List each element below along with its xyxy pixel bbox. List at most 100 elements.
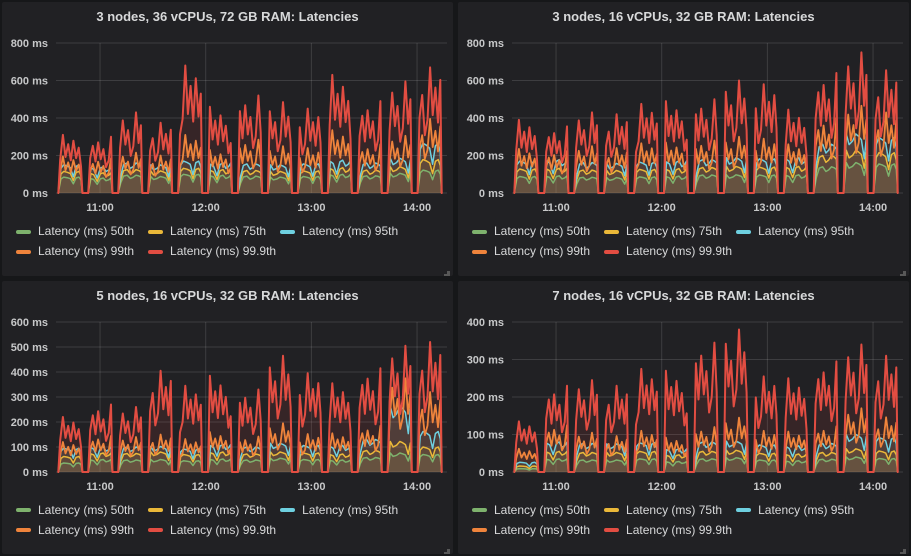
x-axis-tick-label: 11:00	[542, 202, 570, 214]
panel-title[interactable]: 7 nodes, 16 vCPUs, 32 GB RAM: Latencies	[458, 281, 909, 307]
x-axis-tick-label: 13:00	[753, 481, 781, 493]
legend-item-p75[interactable]: Latency (ms) 75th	[604, 501, 722, 520]
legend-label: Latency (ms) 99th	[38, 521, 134, 540]
legend-item-p999[interactable]: Latency (ms) 99.9th	[148, 521, 276, 540]
y-axis-tick-label: 200 ms	[11, 417, 48, 429]
latency-chart: 0 ms 100 ms 200 ms 300 ms 400 ms 500 ms 600 ms…	[2, 308, 453, 498]
x-axis-tick-label: 13:00	[297, 202, 325, 214]
series-color-swatch-icon	[736, 508, 751, 512]
dashboard-grid: 3 nodes, 36 vCPUs, 72 GB RAM: Latencies …	[0, 0, 911, 556]
y-axis-tick-label: 0 ms	[23, 467, 48, 479]
series-color-swatch-icon	[280, 230, 295, 234]
legend-label: Latency (ms) 99th	[38, 242, 134, 261]
x-axis-tick-label: 12:00	[648, 481, 676, 493]
legend-item-p75[interactable]: Latency (ms) 75th	[604, 222, 722, 241]
legend-item-p99[interactable]: Latency (ms) 99th	[16, 521, 134, 540]
legend-item-p95[interactable]: Latency (ms) 95th	[736, 222, 854, 241]
legend-item-p50[interactable]: Latency (ms) 50th	[472, 501, 590, 520]
y-axis-tick-label: 600 ms	[11, 76, 48, 88]
legend-item-p99[interactable]: Latency (ms) 99th	[472, 521, 590, 540]
legend-label: Latency (ms) 75th	[626, 222, 722, 241]
x-axis-tick-label: 13:00	[753, 202, 781, 214]
legend-item-p75[interactable]: Latency (ms) 75th	[148, 222, 266, 241]
x-axis-tick-label: 14:00	[403, 202, 431, 214]
latency-panel-2: 3 nodes, 16 vCPUs, 32 GB RAM: Latencies …	[458, 2, 909, 276]
y-axis-tick-label: 300 ms	[467, 354, 504, 366]
latency-chart: 0 ms200 ms400 ms600 ms800 ms11:0012:0013…	[2, 29, 453, 219]
legend-label: Latency (ms) 50th	[38, 501, 134, 520]
x-axis-tick-label: 11:00	[86, 202, 114, 214]
legend-item-p999[interactable]: Latency (ms) 99.9th	[604, 521, 732, 540]
y-axis-tick-label: 300 ms	[11, 392, 48, 404]
y-axis-tick-label: 600 ms	[11, 317, 48, 329]
legend-item-p95[interactable]: Latency (ms) 95th	[280, 501, 398, 520]
y-axis-tick-label: 500 ms	[11, 342, 48, 354]
legend-label: Latency (ms) 50th	[494, 501, 590, 520]
panel-title[interactable]: 5 nodes, 16 vCPUs, 32 GB RAM: Latencies	[2, 281, 453, 307]
series-color-swatch-icon	[472, 250, 487, 254]
legend-item-p75[interactable]: Latency (ms) 75th	[148, 501, 266, 520]
series-color-swatch-icon	[148, 230, 163, 234]
legend: Latency (ms) 50th Latency (ms) 75th Late…	[458, 501, 909, 540]
x-axis-tick-label: 12:00	[192, 202, 220, 214]
legend-item-p50[interactable]: Latency (ms) 50th	[472, 222, 590, 241]
x-axis-tick-label: 14:00	[403, 481, 431, 493]
x-axis-tick-label: 11:00	[86, 481, 114, 493]
legend-label: Latency (ms) 75th	[626, 501, 722, 520]
series-color-swatch-icon	[280, 508, 295, 512]
y-axis-tick-label: 400 ms	[467, 317, 504, 329]
series-color-swatch-icon	[604, 528, 619, 532]
series-color-swatch-icon	[604, 508, 619, 512]
legend-label: Latency (ms) 50th	[38, 222, 134, 241]
legend-item-p999[interactable]: Latency (ms) 99.9th	[148, 242, 276, 261]
chart-canvas[interactable]: 0 ms 100 ms 200 ms 300 ms 400 ms 500 ms 600 ms…	[2, 308, 453, 498]
legend-item-p99[interactable]: Latency (ms) 99th	[472, 242, 590, 261]
legend-label: Latency (ms) 99.9th	[626, 242, 732, 261]
chart-canvas[interactable]: 0 ms200 ms400 ms600 ms800 ms11:0012:0013…	[458, 29, 909, 219]
resize-handle-icon[interactable]	[896, 542, 906, 552]
y-axis-tick-label: 800 ms	[467, 38, 504, 50]
legend-item-p50[interactable]: Latency (ms) 50th	[16, 501, 134, 520]
y-axis-tick-label: 200 ms	[467, 151, 504, 163]
series-color-swatch-icon	[472, 508, 487, 512]
resize-handle-icon[interactable]	[896, 264, 906, 274]
y-axis-tick-label: 0 ms	[23, 188, 48, 200]
panel-title[interactable]: 3 nodes, 16 vCPUs, 32 GB RAM: Latencies	[458, 2, 909, 28]
legend-label: Latency (ms) 99.9th	[170, 521, 276, 540]
series-fill-p999	[514, 329, 897, 472]
x-axis-tick-label: 13:00	[297, 481, 325, 493]
series-color-swatch-icon	[148, 528, 163, 532]
legend-item-p95[interactable]: Latency (ms) 95th	[736, 501, 854, 520]
panel-title[interactable]: 3 nodes, 36 vCPUs, 72 GB RAM: Latencies	[2, 2, 453, 28]
y-axis-tick-label: 600 ms	[467, 76, 504, 88]
legend-item-p50[interactable]: Latency (ms) 50th	[16, 222, 134, 241]
y-axis-tick-label: 400 ms	[467, 113, 504, 125]
legend-label: Latency (ms) 75th	[170, 222, 266, 241]
legend-item-p999[interactable]: Latency (ms) 99.9th	[604, 242, 732, 261]
legend-label: Latency (ms) 99.9th	[626, 521, 732, 540]
chart-canvas[interactable]: 0 ms200 ms400 ms600 ms800 ms11:0012:0013…	[2, 29, 453, 219]
y-axis-tick-label: 0 ms	[479, 188, 504, 200]
resize-handle-icon[interactable]	[440, 542, 450, 552]
legend-label: Latency (ms) 99th	[494, 242, 590, 261]
y-axis-tick-label: 0 ms	[479, 467, 504, 479]
x-axis-tick-label: 14:00	[859, 202, 887, 214]
latency-panel-1: 3 nodes, 36 vCPUs, 72 GB RAM: Latencies …	[2, 2, 453, 276]
resize-handle-icon[interactable]	[440, 264, 450, 274]
chart-canvas[interactable]: 0 ms100 ms200 ms300 ms400 ms11:0012:0013…	[458, 308, 909, 498]
y-axis-tick-label: 100 ms	[467, 429, 504, 441]
y-axis-tick-label: 800 ms	[11, 38, 48, 50]
series-color-swatch-icon	[472, 230, 487, 234]
legend-label: Latency (ms) 99.9th	[170, 242, 276, 261]
y-axis-tick-label: 100 ms	[11, 442, 48, 454]
y-axis-tick-label: 400 ms	[11, 367, 48, 379]
legend-item-p99[interactable]: Latency (ms) 99th	[16, 242, 134, 261]
series-color-swatch-icon	[148, 508, 163, 512]
legend-label: Latency (ms) 95th	[758, 501, 854, 520]
x-axis-tick-label: 12:00	[192, 481, 220, 493]
y-axis-tick-label: 200 ms	[467, 392, 504, 404]
legend-label: Latency (ms) 99th	[494, 521, 590, 540]
legend-label: Latency (ms) 50th	[494, 222, 590, 241]
legend-item-p95[interactable]: Latency (ms) 95th	[280, 222, 398, 241]
series-color-swatch-icon	[604, 230, 619, 234]
